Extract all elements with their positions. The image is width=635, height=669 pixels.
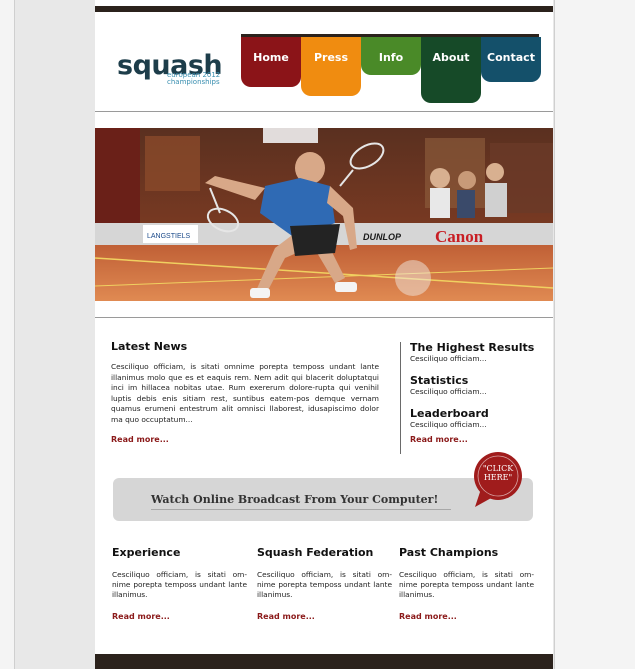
hero-photo-squash-player: LANGSTIELS DUNLOP Canon <box>95 128 553 301</box>
latest-news-body: Cesciliquo officiam, is sitati omnime po… <box>111 362 379 424</box>
sidebar-leaderboard-sub: Cesciliquo officiam... <box>410 420 487 429</box>
banner-canon: Canon <box>435 227 484 246</box>
newsletter-page: squash european 2012 championships Home … <box>95 0 553 669</box>
logo[interactable]: squash european 2012 championships <box>117 52 223 86</box>
experience-body: Cesciliquo officiam, is sitati om-nime p… <box>112 570 247 599</box>
sidebar-highest-results-title[interactable]: The Highest Results <box>410 341 534 354</box>
right-frame <box>554 0 635 669</box>
squash-federation-body: Cesciliquo officiam, is sitati om-nime p… <box>257 570 392 599</box>
sidebar-read-more-link[interactable]: Read more... <box>410 435 468 444</box>
click-here-line2: HERE" <box>483 473 513 482</box>
nav-about[interactable]: About <box>421 37 481 103</box>
click-here-text: "CLICK HERE" <box>473 464 523 482</box>
hero-image: LANGSTIELS DUNLOP Canon <box>95 128 553 301</box>
left-frame <box>0 0 15 669</box>
squash-federation-title[interactable]: Squash Federation <box>257 546 373 559</box>
sidebar-leaderboard-title[interactable]: Leaderboard <box>410 407 489 420</box>
experience-title[interactable]: Experience <box>112 546 180 559</box>
broadcast-banner[interactable]: Watch Online Broadcast From Your Compute… <box>113 478 533 521</box>
broadcast-text: Watch Online Broadcast From Your Compute… <box>151 493 439 506</box>
footer-bar <box>95 654 553 669</box>
past-champions-read-more-link[interactable]: Read more... <box>399 612 457 621</box>
sidebar-statistics-sub: Cesciliquo officiam... <box>410 387 487 396</box>
nav-info[interactable]: Info <box>361 37 421 75</box>
hero-divider <box>95 317 553 318</box>
click-here-line1: "CLICK <box>482 464 514 473</box>
sidebar-highest-results-sub: Cesciliquo officiam... <box>410 354 487 363</box>
broadcast-underline <box>151 509 451 510</box>
logo-subtitle: european 2012 championships <box>167 72 220 86</box>
header-divider <box>95 111 553 112</box>
nav-home[interactable]: Home <box>241 37 301 87</box>
nav-contact[interactable]: Contact <box>481 37 541 82</box>
sidebar-statistics-title[interactable]: Statistics <box>410 374 468 387</box>
experience-read-more-link[interactable]: Read more... <box>112 612 170 621</box>
past-champions-body: Cesciliquo officiam, is sitati om-nime p… <box>399 570 534 599</box>
past-champions-title[interactable]: Past Champions <box>399 546 498 559</box>
squash-federation-read-more-link[interactable]: Read more... <box>257 612 315 621</box>
banner-dunlop: DUNLOP <box>363 232 402 242</box>
banner-left: LANGSTIELS <box>147 233 191 240</box>
news-read-more-link[interactable]: Read more... <box>111 435 169 444</box>
top-bar <box>95 6 553 12</box>
click-here-badge[interactable]: "CLICK HERE" <box>473 451 523 507</box>
latest-news-heading: Latest News <box>111 340 188 353</box>
column-separator <box>400 342 401 454</box>
nav-press[interactable]: Press <box>301 37 361 96</box>
logo-subtitle-line2: championships <box>167 78 220 86</box>
